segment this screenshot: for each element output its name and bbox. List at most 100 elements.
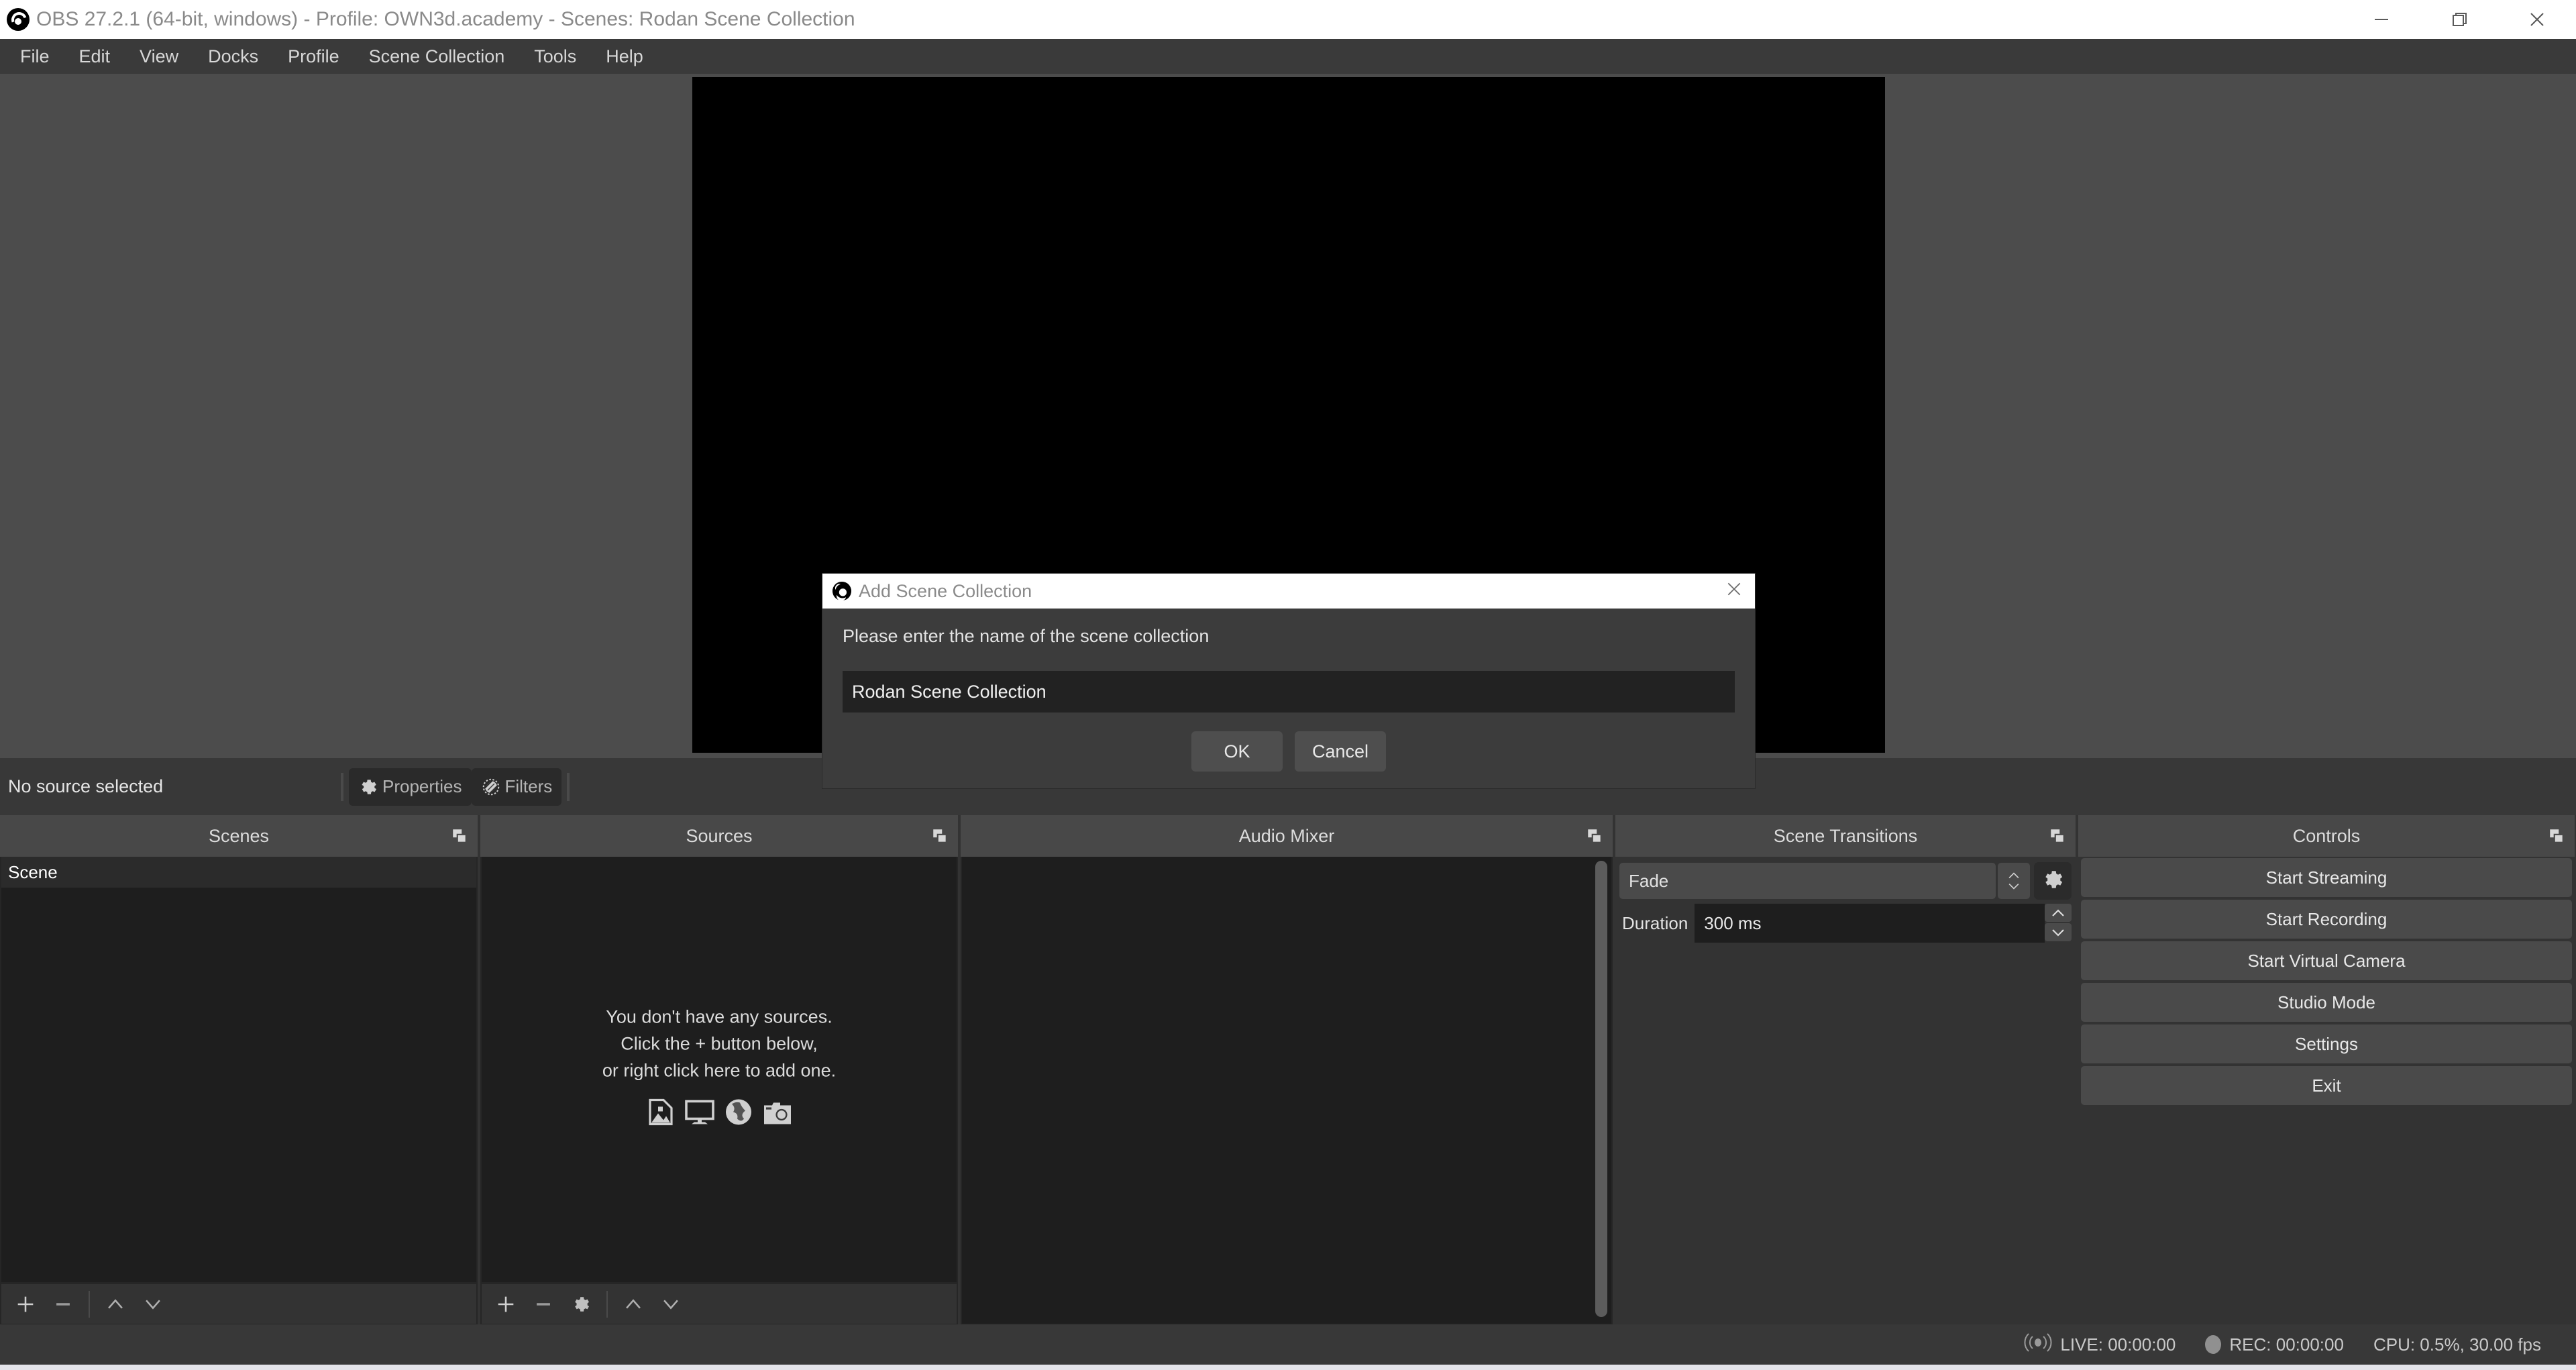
obs-logo-icon [832,581,852,601]
sources-toolbar-separator [606,1290,608,1318]
audio-mixer-body[interactable] [961,857,1613,1325]
gear-icon [2041,867,2065,895]
titlebar-left-group: OBS 27.2.1 (64-bit, windows) - Profile: … [0,8,855,31]
transition-select-arrows[interactable] [1998,863,2030,899]
cpu-status: CPU: 0.5%, 30.00 fps [2359,1334,2556,1355]
duration-stepper[interactable] [2045,904,2072,943]
sources-dock-title: Sources [686,825,753,846]
menubar: File Edit View Docks Profile Scene Colle… [0,39,2576,74]
scene-collection-name-input[interactable]: Rodan Scene Collection [843,671,1735,713]
filters-icon [481,777,501,797]
controls-body: Start Streaming Start Recording Start Vi… [2078,857,2575,1325]
menu-item-docks[interactable]: Docks [193,42,273,71]
start-streaming-button[interactable]: Start Streaming [2081,858,2572,897]
sources-empty-icon-row [482,1096,957,1136]
live-status: LIVE: 00:00:00 [2009,1332,2190,1357]
audio-mixer-dock-header: Audio Mixer [961,815,1613,857]
dialog-body: Please enter the name of the scene colle… [822,609,1755,772]
toolbar-separator-right [567,772,570,801]
browser-icon [722,1096,755,1136]
move-source-down-button[interactable] [653,1287,688,1322]
statusbar: LIVE: 00:00:00 REC: 00:00:00 CPU: 0.5%, … [0,1324,2576,1365]
transition-duration-row: Duration 300 ms [1619,904,2072,943]
scene-list-item-label: Scene [8,861,58,882]
dock-row: Scenes Scene Sources You don't have any … [0,815,2576,1325]
dialog-prompt: Please enter the name of the scene colle… [843,626,1210,646]
menu-item-scene-collection[interactable]: Scene Collection [354,42,520,71]
window-title: OBS 27.2.1 (64-bit, windows) - Profile: … [36,8,855,30]
sources-list[interactable]: You don't have any sources. Click the + … [480,857,958,1283]
menu-item-view[interactable]: View [125,42,193,71]
camera-icon [761,1096,794,1136]
transition-select-row: Fade [1619,862,2072,900]
menu-item-help[interactable]: Help [591,42,658,71]
move-source-up-button[interactable] [616,1287,651,1322]
add-scene-collection-dialog: Add Scene Collection Please enter the na… [822,574,1755,788]
window-controls [2343,0,2576,39]
transition-settings-button[interactable] [2034,862,2072,900]
scene-collection-name-value: Rodan Scene Collection [852,681,1046,702]
rec-timer-label: REC: 00:00:00 [2229,1334,2344,1355]
duration-step-down-button[interactable] [2045,923,2072,941]
menu-item-edit[interactable]: Edit [64,42,125,71]
scenes-list[interactable]: Scene [0,857,478,1283]
add-scene-button[interactable] [8,1287,43,1322]
remove-source-button[interactable] [526,1287,561,1322]
add-source-button[interactable] [488,1287,523,1322]
gear-icon [358,777,378,797]
move-scene-down-button[interactable] [136,1287,170,1322]
undock-icon[interactable] [2049,827,2066,845]
menu-item-tools[interactable]: Tools [519,42,591,71]
studio-mode-button[interactable]: Studio Mode [2081,983,2572,1022]
menu-item-profile[interactable]: Profile [273,42,354,71]
record-dot-icon [2205,1335,2222,1354]
move-scene-up-button[interactable] [98,1287,133,1322]
sources-dock: Sources You don't have any sources. Clic… [480,815,958,1325]
scenes-dock-title: Scenes [208,825,270,846]
start-recording-button[interactable]: Start Recording [2081,900,2572,939]
obs-main-window: OBS 27.2.1 (64-bit, windows) - Profile: … [0,0,2576,1370]
exit-button[interactable]: Exit [2081,1066,2572,1105]
sources-dock-header: Sources [480,815,958,857]
audio-mixer-scrollbar-thumb[interactable] [1595,861,1607,1317]
window-titlebar: OBS 27.2.1 (64-bit, windows) - Profile: … [0,0,2576,39]
duration-step-up-button[interactable] [2045,904,2072,922]
live-timer-label: LIVE: 00:00:00 [2060,1334,2176,1355]
scene-list-item[interactable]: Scene [1,857,476,888]
close-icon[interactable] [2498,0,2576,39]
remove-scene-button[interactable] [46,1287,80,1322]
undock-icon[interactable] [1586,827,1603,845]
undock-icon[interactable] [451,827,468,845]
scenes-toolbar-separator [89,1290,90,1318]
filters-button[interactable]: Filters [471,768,562,806]
audio-mixer-dock: Audio Mixer [961,815,1613,1325]
close-icon[interactable] [1725,580,1743,602]
properties-button[interactable]: Properties [349,768,472,806]
scene-transitions-body: Fade Duration 300 ms [1615,857,2076,1325]
obs-logo-icon [7,8,30,31]
scenes-dock-header: Scenes [0,815,478,857]
minimize-icon[interactable] [2343,0,2420,39]
sources-empty-line-3: or right click here to add one. [602,1060,837,1081]
start-virtual-camera-button[interactable]: Start Virtual Camera [2081,941,2572,980]
source-properties-button[interactable] [564,1287,598,1322]
sources-toolbar [480,1283,958,1325]
undock-icon[interactable] [931,827,949,845]
duration-input[interactable]: 300 ms [1695,904,2045,943]
scenes-toolbar [0,1283,478,1325]
toolbar-separator [341,772,343,801]
undock-icon[interactable] [2548,827,2565,845]
transition-select-value: Fade [1629,870,1669,891]
duration-input-value: 300 ms [1704,912,1762,933]
transition-select[interactable]: Fade [1619,863,1996,899]
menu-item-file[interactable]: File [5,42,64,71]
sources-empty-line-2: Click the + button below, [621,1033,818,1054]
settings-button[interactable]: Settings [2081,1024,2572,1063]
dialog-ok-button[interactable]: OK [1191,731,1283,772]
sources-empty-state: You don't have any sources. Click the + … [482,1004,957,1136]
dialog-cancel-button[interactable]: Cancel [1295,731,1386,772]
sources-empty-line-1: You don't have any sources. [606,1006,833,1027]
scene-transitions-dock: Scene Transitions Fade Duration 300 ms [1615,815,2076,1325]
restore-icon[interactable] [2420,0,2498,39]
scene-transitions-dock-header: Scene Transitions [1615,815,2076,857]
